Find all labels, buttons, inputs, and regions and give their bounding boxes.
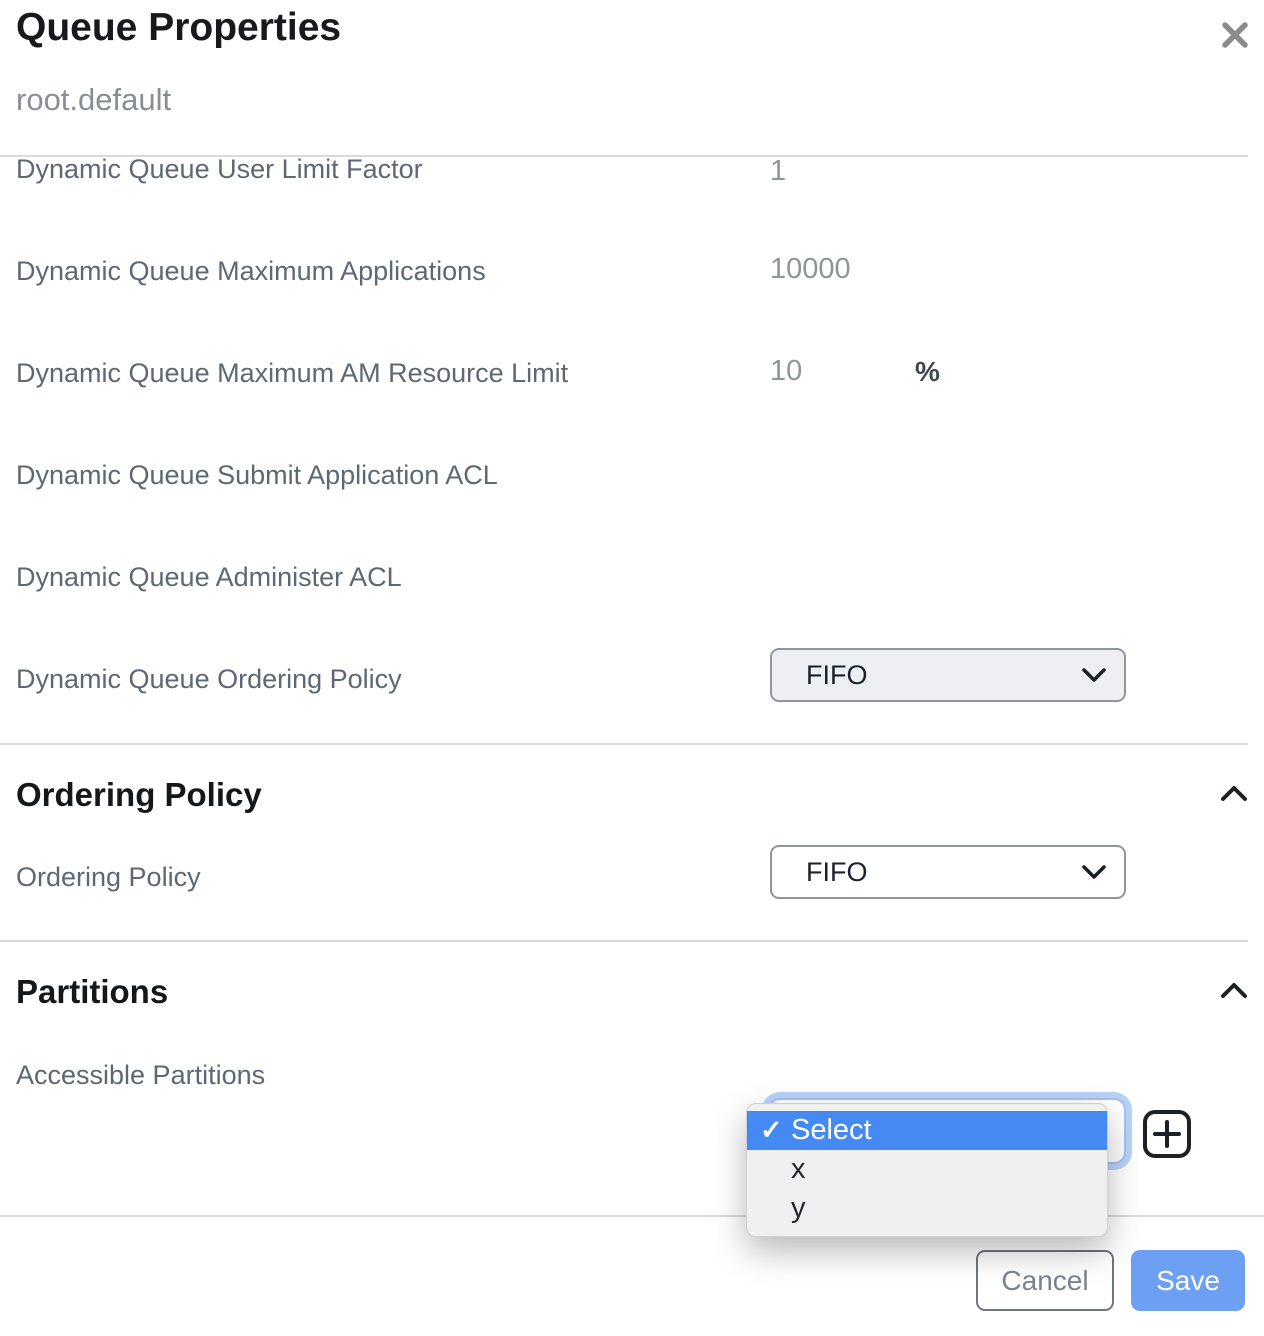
queue-path: root.default: [16, 82, 171, 118]
select-value: FIFO: [806, 857, 868, 888]
add-partition-button[interactable]: [1143, 1110, 1191, 1158]
field-label: Dynamic Queue Administer ACL: [16, 561, 402, 593]
field-label: Accessible Partitions: [16, 1059, 265, 1091]
plus-icon: [1153, 1120, 1181, 1148]
chevron-up-icon: [1220, 784, 1248, 802]
field-label: Ordering Policy: [16, 861, 201, 893]
field-value: 10000: [770, 253, 851, 285]
chevron-up-icon: [1220, 981, 1248, 999]
chevron-down-icon: [1082, 667, 1106, 683]
page-title: Queue Properties: [16, 6, 341, 50]
option-label: Select: [791, 1114, 872, 1147]
field-label: Dynamic Queue Maximum AM Resource Limit: [16, 357, 568, 389]
chevron-down-icon: [1082, 864, 1106, 880]
ordering-policy-select[interactable]: FIFO: [770, 845, 1126, 899]
close-icon: [1219, 19, 1251, 51]
section-divider: [0, 743, 1248, 745]
field-label: Dynamic Queue Ordering Policy: [16, 663, 402, 695]
queue-properties-modal: Queue Properties root.default Dynamic Qu…: [0, 0, 1264, 1336]
section-divider: [0, 940, 1248, 942]
select-value: FIFO: [806, 660, 868, 691]
field-label: Dynamic Queue User Limit Factor: [16, 153, 423, 185]
section-title-partitions: Partitions: [16, 973, 168, 1011]
dynamic-queue-ordering-policy-select[interactable]: FIFO: [770, 648, 1126, 702]
close-button[interactable]: [1214, 14, 1256, 56]
cancel-button[interactable]: Cancel: [976, 1250, 1114, 1311]
check-icon: ✓: [760, 1115, 783, 1146]
field-value: 1: [770, 155, 786, 187]
collapse-ordering-policy-button[interactable]: [1212, 773, 1256, 813]
dropdown-option-y[interactable]: y: [747, 1189, 1107, 1228]
percent-suffix: %: [915, 356, 940, 388]
partitions-dropdown-menu: ✓ Select x y: [746, 1103, 1108, 1237]
section-title-ordering-policy: Ordering Policy: [16, 776, 262, 814]
dropdown-option-select[interactable]: ✓ Select: [747, 1111, 1107, 1150]
save-button[interactable]: Save: [1131, 1250, 1245, 1311]
field-label: Dynamic Queue Submit Application ACL: [16, 459, 498, 491]
field-value: 10: [770, 355, 802, 387]
dropdown-option-x[interactable]: x: [747, 1150, 1107, 1189]
collapse-partitions-button[interactable]: [1212, 970, 1256, 1010]
option-label: y: [791, 1192, 806, 1225]
field-label: Dynamic Queue Maximum Applications: [16, 255, 486, 287]
option-label: x: [791, 1153, 806, 1186]
